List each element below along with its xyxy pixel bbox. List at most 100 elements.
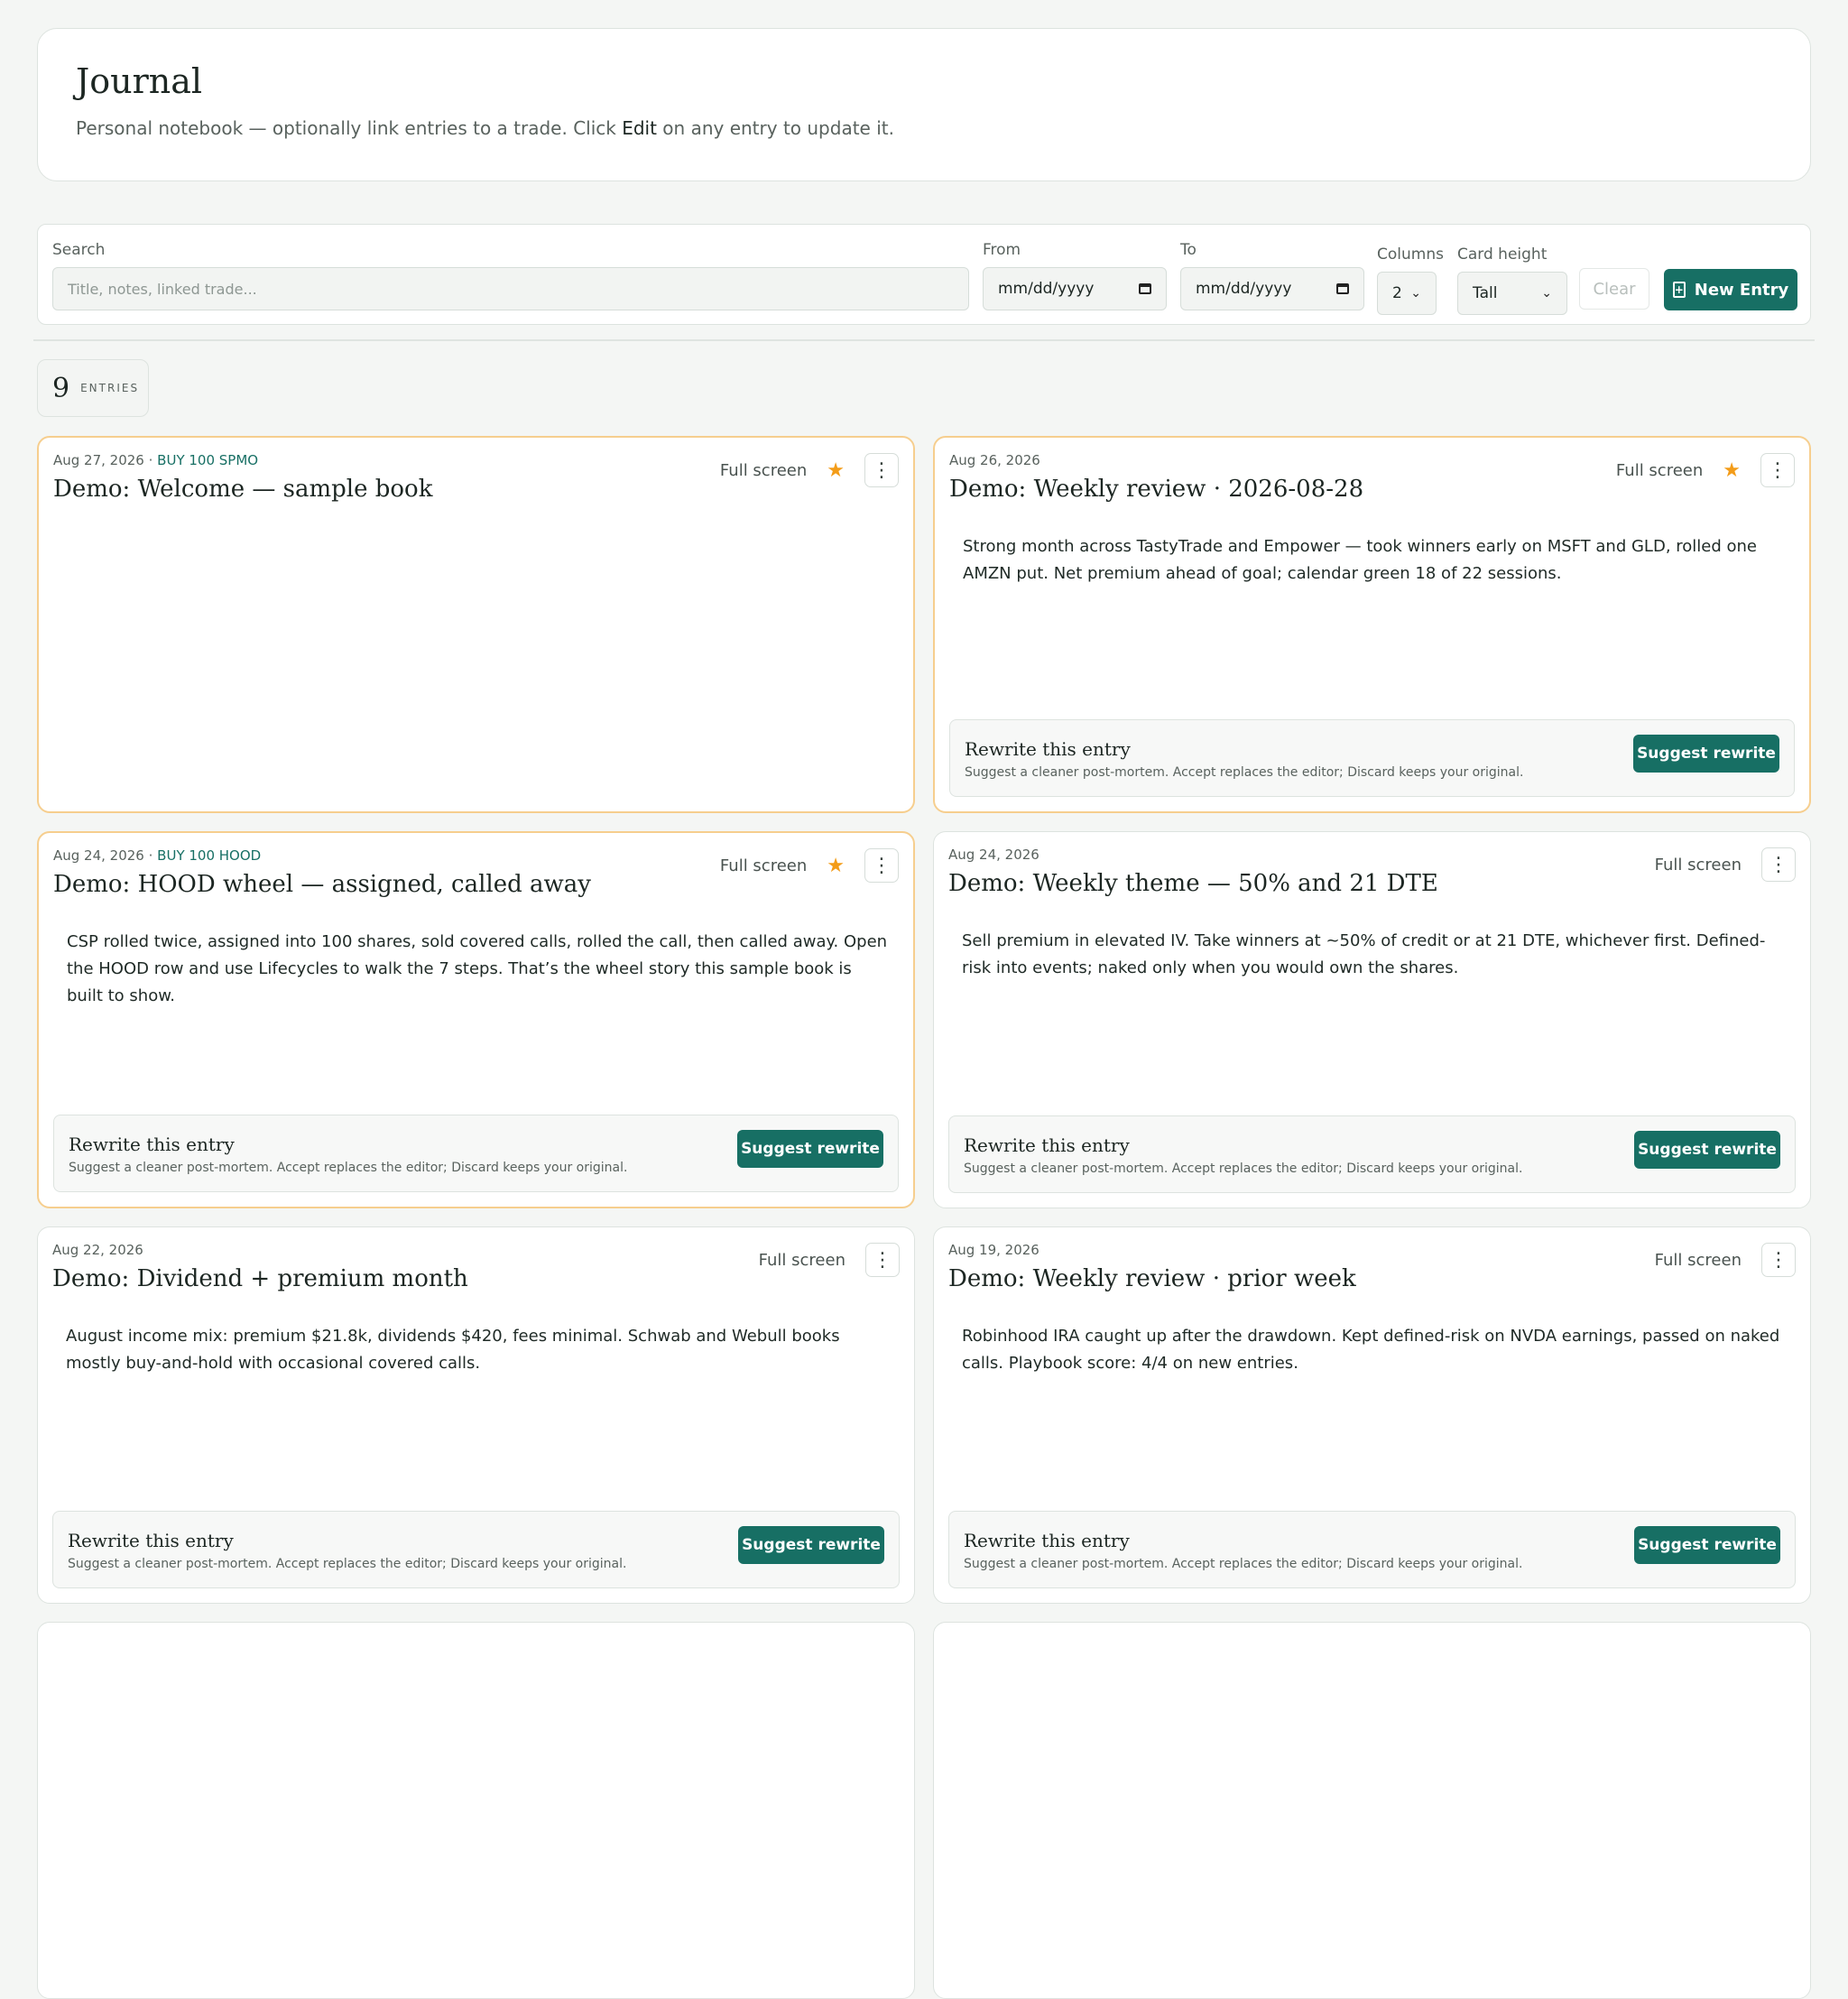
more-options-icon[interactable]: ⋮: [864, 848, 899, 883]
suggest-rewrite-button[interactable]: Suggest rewrite: [737, 1130, 883, 1168]
card-height-select[interactable]: Tall ⌄: [1457, 272, 1567, 315]
rewrite-panel: Rewrite this entry Suggest a cleaner post…: [949, 719, 1795, 797]
rewrite-description: Suggest a cleaner post-mortem. Accept re…: [69, 1161, 628, 1175]
entry-body: Robinhood IRA caught up after the drawdo…: [962, 1327, 1780, 1373]
linked-trade-link[interactable]: BUY 100 SPMO: [157, 452, 258, 468]
journal-entry-card[interactable]: Aug 19, 2026 Demo: Weekly review · prior …: [933, 1226, 1811, 1604]
entry-actions: Full screen ★ ⋮: [720, 452, 899, 488]
suggest-rewrite-button[interactable]: Suggest rewrite: [738, 1526, 884, 1564]
entry-meta: Aug 22, 2026: [52, 1242, 143, 1258]
entry-body: Sell premium in elevated IV. Take winner…: [962, 931, 1766, 977]
entry-date: Aug 27, 2026: [53, 452, 144, 468]
search-placeholder: Title, notes, linked trade...: [68, 280, 257, 298]
entry-body: August income mix: premium $21.8k, divid…: [66, 1327, 840, 1373]
file-plus-icon: +: [1672, 282, 1686, 298]
entry-meta: Aug 27, 2026 · BUY 100 SPMO: [53, 452, 258, 468]
chevron-down-icon: ⌄: [1541, 286, 1552, 301]
entries-label: ENTRIES: [80, 382, 140, 394]
rewrite-title: Rewrite this entry: [68, 1530, 234, 1551]
entry-date: Aug 22, 2026: [52, 1242, 143, 1258]
full-screen-link[interactable]: Full screen: [1616, 461, 1703, 480]
journal-entry-card[interactable]: Aug 26, 2026 Demo: Weekly review · 2026-0…: [933, 436, 1811, 813]
journal-entry-card[interactable]: [37, 1622, 915, 1999]
clear-button[interactable]: Clear: [1579, 268, 1649, 310]
entries-count: 9: [52, 372, 70, 404]
journal-entry-card[interactable]: [933, 1622, 1811, 1999]
search-input[interactable]: Title, notes, linked trade...: [52, 267, 969, 310]
rewrite-panel: Rewrite this entry Suggest a cleaner post…: [53, 1115, 899, 1192]
rewrite-title: Rewrite this entry: [965, 738, 1131, 760]
entry-meta: Aug 24, 2026 · BUY 100 HOOD: [53, 847, 261, 864]
rewrite-description: Suggest a cleaner post-mortem. Accept re…: [964, 1557, 1523, 1571]
rewrite-description: Suggest a cleaner post-mortem. Accept re…: [965, 765, 1524, 780]
entry-separator: ·: [143, 452, 158, 468]
rewrite-panel: Rewrite this entry Suggest a cleaner post…: [948, 1115, 1796, 1193]
more-options-icon[interactable]: ⋮: [1761, 847, 1796, 882]
entry-date: Aug 19, 2026: [948, 1242, 1040, 1258]
rewrite-title: Rewrite this entry: [964, 1530, 1130, 1551]
page-subtitle: Personal notebook — optionally link entr…: [76, 117, 894, 139]
entry-separator: ·: [143, 847, 158, 864]
entry-title: Demo: Dividend + premium month: [52, 1265, 468, 1292]
star-icon[interactable]: ★: [827, 855, 845, 877]
page-header: Journal Personal notebook — optionally l…: [37, 28, 1811, 181]
entry-title: Demo: HOOD wheel — assigned, called away: [53, 871, 591, 898]
from-date-input[interactable]: mm/dd/yyyy: [983, 267, 1167, 310]
page-title: Journal: [76, 61, 203, 101]
suggest-rewrite-button[interactable]: Suggest rewrite: [1633, 735, 1779, 773]
rewrite-panel: Rewrite this entry Suggest a cleaner post…: [52, 1511, 900, 1588]
journal-entry-card[interactable]: Aug 27, 2026 · BUY 100 SPMO Demo: Welcome…: [37, 436, 915, 813]
columns-value: 2: [1392, 284, 1402, 302]
star-icon[interactable]: ★: [827, 459, 845, 482]
chevron-down-icon: ⌄: [1410, 286, 1421, 301]
new-entry-button[interactable]: + New Entry: [1664, 269, 1797, 310]
suggest-rewrite-button[interactable]: Suggest rewrite: [1634, 1526, 1780, 1564]
full-screen-link[interactable]: Full screen: [1655, 1251, 1742, 1270]
more-options-icon[interactable]: ⋮: [864, 453, 899, 487]
subtitle-text: Personal notebook — optionally link entr…: [76, 117, 623, 139]
to-date-value: mm/dd/yyyy: [1196, 280, 1292, 298]
rewrite-description: Suggest a cleaner post-mortem. Accept re…: [964, 1161, 1523, 1176]
to-label: To: [1180, 241, 1197, 259]
subtitle-edit-word: Edit: [622, 117, 657, 139]
more-options-icon[interactable]: ⋮: [1761, 1243, 1796, 1277]
columns-select[interactable]: 2 ⌄: [1377, 272, 1437, 315]
entry-title: Demo: Weekly review · prior week: [948, 1265, 1356, 1292]
new-entry-label: New Entry: [1694, 280, 1789, 300]
entry-actions: Full screen ★ ⋮: [1616, 452, 1795, 488]
rewrite-description: Suggest a cleaner post-mortem. Accept re…: [68, 1557, 627, 1571]
entry-body: CSP rolled twice, assigned into 100 shar…: [67, 932, 888, 1005]
linked-trade-link[interactable]: BUY 100 HOOD: [157, 847, 261, 864]
calendar-icon[interactable]: [1139, 283, 1151, 294]
more-options-icon[interactable]: ⋮: [865, 1243, 900, 1277]
entry-title: Demo: Weekly review · 2026-08-28: [949, 476, 1364, 503]
full-screen-link[interactable]: Full screen: [720, 461, 807, 480]
from-date-value: mm/dd/yyyy: [998, 280, 1095, 298]
divider: [33, 339, 1815, 341]
star-icon[interactable]: ★: [1723, 459, 1741, 482]
to-date-input[interactable]: mm/dd/yyyy: [1180, 267, 1364, 310]
more-options-icon[interactable]: ⋮: [1760, 453, 1795, 487]
entry-title: Demo: Welcome — sample book: [53, 476, 433, 503]
rewrite-title: Rewrite this entry: [964, 1134, 1130, 1156]
suggest-rewrite-button[interactable]: Suggest rewrite: [1634, 1131, 1780, 1169]
entry-actions: Full screen ⋮: [1655, 847, 1796, 883]
rewrite-panel: Rewrite this entry Suggest a cleaner post…: [948, 1511, 1796, 1588]
entry-meta: Aug 19, 2026: [948, 1242, 1040, 1258]
entry-actions: Full screen ⋮: [1655, 1242, 1796, 1278]
journal-entry-card[interactable]: Aug 22, 2026 Demo: Dividend + premium mon…: [37, 1226, 915, 1604]
entry-meta: Aug 24, 2026: [948, 847, 1040, 863]
journal-entry-card[interactable]: Aug 24, 2026 · BUY 100 HOOD Demo: HOOD wh…: [37, 831, 915, 1208]
from-label: From: [983, 241, 1021, 259]
entry-date: Aug 24, 2026: [53, 847, 144, 864]
full-screen-link[interactable]: Full screen: [759, 1251, 845, 1270]
calendar-icon[interactable]: [1336, 283, 1349, 294]
entry-body: Strong month across TastyTrade and Empow…: [963, 537, 1758, 583]
full-screen-link[interactable]: Full screen: [1655, 856, 1742, 875]
journal-entry-card[interactable]: Aug 24, 2026 Demo: Weekly theme — 50% and…: [933, 831, 1811, 1208]
rewrite-title: Rewrite this entry: [69, 1134, 235, 1155]
entry-actions: Full screen ⋮: [759, 1242, 900, 1278]
full-screen-link[interactable]: Full screen: [720, 856, 807, 875]
card-height-value: Tall: [1473, 284, 1498, 302]
entry-title: Demo: Weekly theme — 50% and 21 DTE: [948, 870, 1438, 897]
